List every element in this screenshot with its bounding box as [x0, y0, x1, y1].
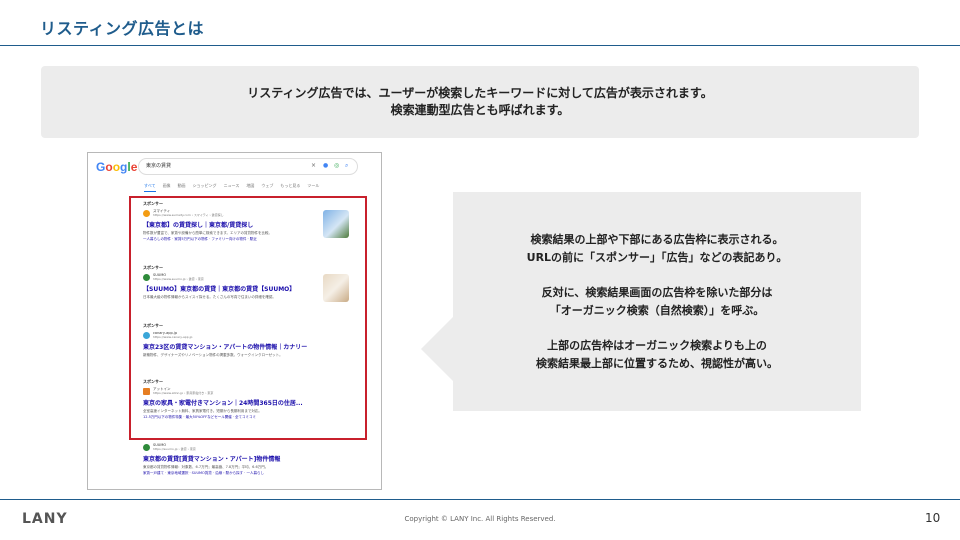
mic-icon: ●	[323, 162, 329, 169]
logo-letter: G	[96, 160, 106, 174]
organic-site-url: https://suumo.jp › 賃貸 › 東京	[153, 447, 196, 451]
organic-description: 東京都の賃貸物件情報：対象数、6.7万円；最高値、7.8万円；平均、6.6万円。	[143, 465, 269, 469]
lens-icon: ◎	[334, 162, 340, 169]
tab-web: ウェブ	[261, 183, 274, 188]
tab-all: すべて	[144, 183, 156, 192]
search-results-screenshot: Google 東京の賃貸 × ● ◎ ⌕ すべて 画像 動画 ショッピング ニュ…	[87, 152, 382, 490]
slide-title: リスティング広告とは	[40, 19, 205, 38]
clear-icon: ×	[311, 162, 317, 169]
explanation-line: 上部の広告枠はオーガニック検索よりも上の	[547, 338, 767, 352]
copyright-text: Copyright © LANY Inc. All Rights Reserve…	[404, 515, 556, 523]
lead-line-1: リスティング広告では、ユーザーが検索したキーワードに対して広告が表示されます。	[247, 86, 713, 100]
search-icon: ⌕	[345, 162, 349, 169]
organic-result: SUUMO https://suumo.jp › 賃貸 › 東京 東京都の賃貸[…	[143, 441, 343, 476]
tab-more: もっと見る	[280, 183, 301, 188]
lead-line-2: 検索連動型広告とも呼ばれます。	[390, 103, 570, 117]
tab-maps: 地図	[246, 183, 255, 188]
favicon-icon	[143, 443, 150, 451]
page-number: 10	[925, 511, 941, 525]
explanation-line: 検索結果最上部に位置するため、視認性が高い。	[536, 356, 778, 370]
footer-divider	[0, 499, 960, 500]
explanation-line: 「オーガニック検索（自然検索）」を呼ぶ。	[549, 303, 765, 317]
tab-images: 画像	[162, 183, 171, 188]
explanation-line: URLの前に「スポンサー」「広告」などの表記あり。	[526, 250, 788, 264]
explanation-line: 反対に、検索結果画面の広告枠を除いた部分は	[541, 285, 773, 299]
organic-title: 東京都の賃貸[賃貸マンション・アパート]物件情報	[143, 456, 281, 463]
logo-letter: e	[130, 160, 138, 174]
search-box: 東京の賃貸 × ● ◎ ⌕	[138, 158, 358, 175]
explanation-box: 検索結果の上部や下部にある広告枠に表示される。 URLの前に「スポンサー」「広告…	[453, 192, 861, 411]
sponsored-ads-highlight	[129, 196, 367, 440]
search-query: 東京の賃貸	[146, 163, 172, 169]
tab-news: ニュース	[223, 183, 240, 188]
tab-videos: 動画	[177, 183, 186, 188]
tab-shopping: ショッピング	[192, 183, 217, 188]
callout-pointer	[421, 316, 454, 382]
logo-letter: o	[112, 160, 121, 174]
lead-box: リスティング広告では、ユーザーが検索したキーワードに対して広告が表示されます。 …	[41, 66, 919, 138]
google-logo: Google	[96, 160, 137, 174]
title-divider	[0, 45, 960, 46]
organic-sitelinks: 家賃一戸建て · 東京地域選択 · SUUMO賃貸 · 沿線・駅から探す · 一…	[143, 471, 264, 475]
search-tabs: すべて 画像 動画 ショッピング ニュース 地図 ウェブ もっと見る ツール	[144, 183, 319, 192]
tab-tools: ツール	[307, 183, 320, 188]
explanation-line: 検索結果の上部や下部にある広告枠に表示される。	[530, 232, 784, 246]
logo-letter: o	[105, 160, 113, 174]
